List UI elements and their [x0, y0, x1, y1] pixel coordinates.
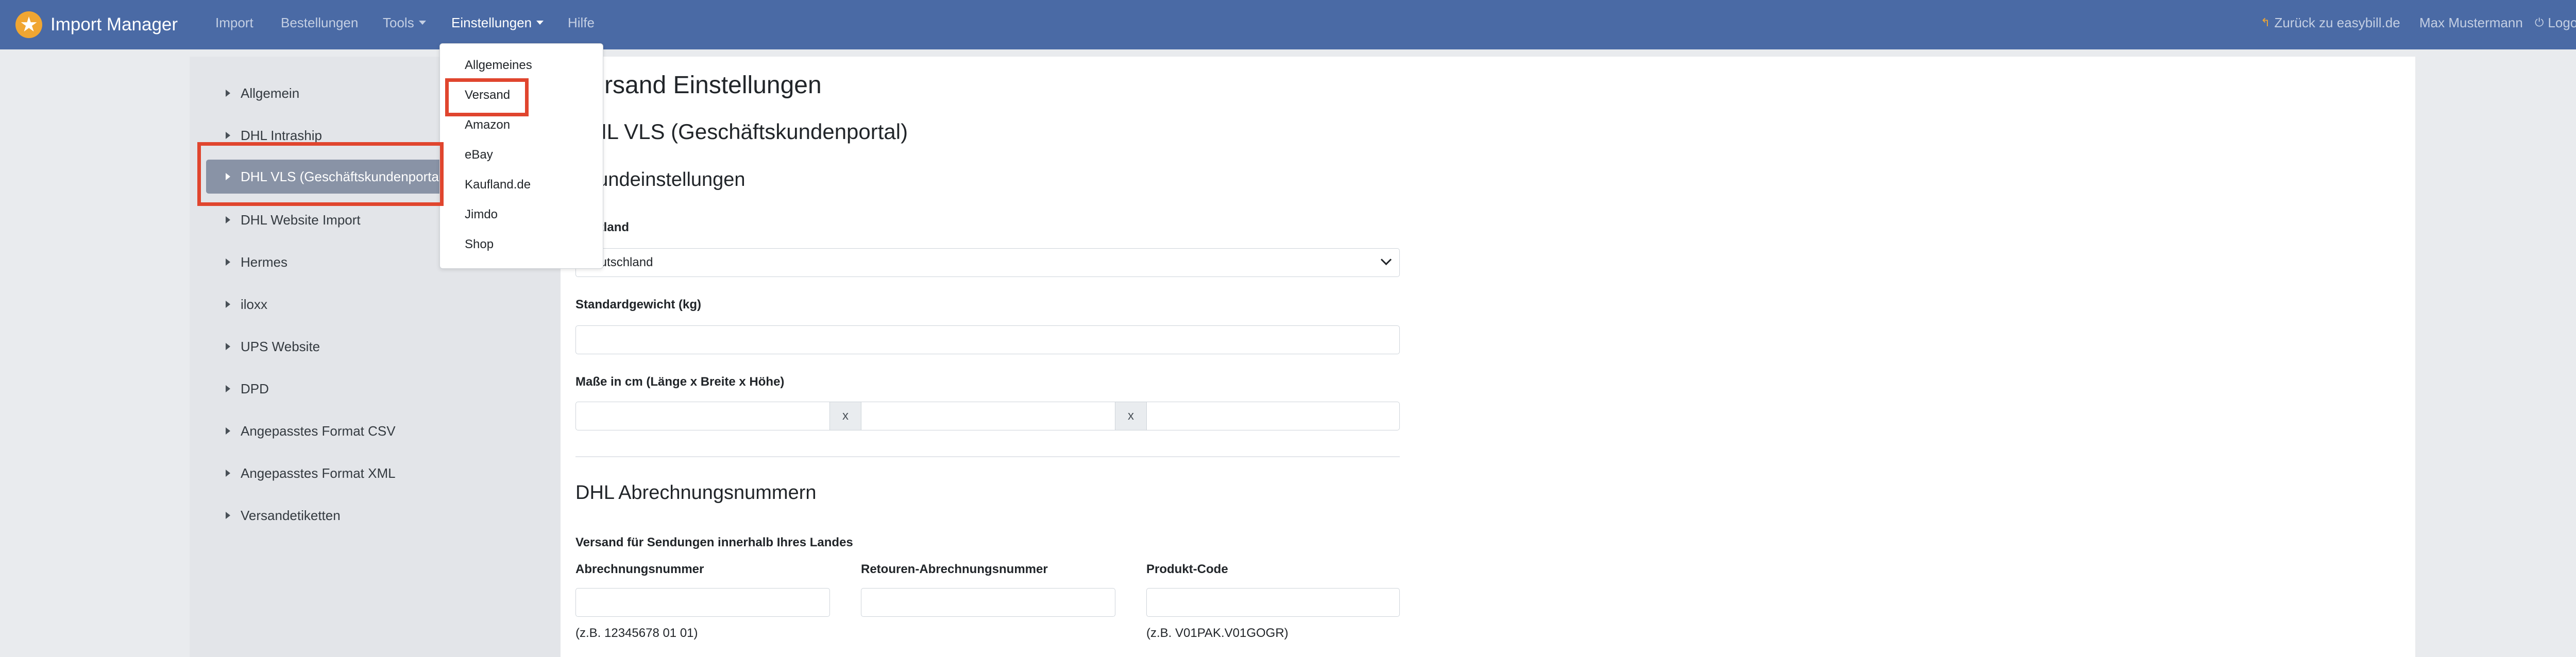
caret-right-icon — [226, 385, 230, 392]
weight-label: Standardgewicht (kg) — [575, 298, 702, 312]
nav-hilfe[interactable]: Hilfe — [568, 0, 595, 45]
caret-down-icon — [418, 21, 426, 25]
chevron-down-icon — [1380, 254, 1392, 266]
length-input[interactable] — [575, 402, 830, 430]
menu-item-allgemeines[interactable]: Allgemeines — [465, 58, 532, 73]
menu-item-amazon[interactable]: Amazon — [465, 118, 510, 132]
menu-item-jimdo[interactable]: Jimdo — [465, 208, 498, 222]
product-code-hint: (z.B. V01PAK.V01GOGR) — [1146, 626, 1289, 640]
domestic-shipping-label: Versand für Sendungen innerhalb Ihres La… — [575, 535, 853, 549]
dimension-separator: x — [829, 402, 861, 430]
nav-einstellungen[interactable]: Einstellungen — [451, 0, 544, 45]
weight-input[interactable] — [575, 325, 1400, 354]
menu-item-kaufland[interactable]: Kaufland.de — [465, 178, 531, 192]
logout-link[interactable]: ⏻Logout — [2535, 0, 2576, 45]
caret-down-icon — [536, 21, 544, 25]
page-subtitle: DHL VLS (Geschäftskundenportal) — [575, 119, 908, 144]
caret-right-icon — [226, 427, 230, 435]
width-input[interactable] — [861, 402, 1115, 430]
menu-item-shop[interactable]: Shop — [465, 237, 494, 252]
settings-card — [561, 57, 2415, 657]
sidebar-item-versandetiketten[interactable]: Versandetiketten — [190, 498, 561, 532]
brand-name: Import Manager — [50, 14, 178, 34]
caret-right-icon — [226, 90, 230, 97]
divider — [575, 456, 1400, 457]
product-code-label: Produkt-Code — [1146, 562, 1228, 576]
power-icon: ⏻ — [2535, 16, 2544, 29]
caret-right-icon — [226, 470, 230, 477]
billing-number-label: Abrechnungsnummer — [575, 562, 704, 576]
nav-tools[interactable]: Tools — [383, 0, 426, 45]
billing-number-hint: (z.B. 12345678 01 01) — [575, 626, 698, 640]
menu-item-versand[interactable]: Versand — [465, 88, 510, 102]
nav-import[interactable]: Import — [215, 0, 253, 45]
height-input[interactable] — [1146, 402, 1400, 430]
section-heading-billing: DHL Abrechnungsnummern — [575, 482, 817, 504]
back-to-easybill-link[interactable]: ↰ Zurück zu easybill.de — [2261, 0, 2400, 45]
sidebar-item-custom-csv[interactable]: Angepasstes Format CSV — [190, 414, 561, 448]
nav-bestellungen[interactable]: Bestellungen — [281, 0, 358, 45]
sidebar-item-custom-xml[interactable]: Angepasstes Format XML — [190, 456, 561, 490]
return-billing-label: Retouren-Abrechnungsnummer — [861, 562, 1048, 576]
caret-right-icon — [226, 512, 230, 519]
product-code-input[interactable] — [1146, 588, 1400, 617]
page-title: Versand Einstellungen — [575, 72, 822, 99]
caret-right-icon — [226, 132, 230, 139]
top-navbar: ★ Import Manager Import Bestellungen Too… — [0, 0, 2576, 49]
sidebar-item-dpd[interactable]: DPD — [190, 372, 561, 406]
brand[interactable]: ★ Import Manager — [15, 0, 178, 49]
star-badge-icon: ★ — [15, 11, 42, 38]
caret-right-icon — [226, 258, 230, 266]
caret-right-icon — [226, 216, 230, 223]
sidebar-item-ups-website[interactable]: UPS Website — [190, 330, 561, 364]
startland-select[interactable]: Deutschland — [575, 248, 1400, 277]
dimensions-label: Maße in cm (Länge x Breite x Höhe) — [575, 375, 785, 389]
menu-item-ebay[interactable]: eBay — [465, 148, 493, 162]
caret-right-icon — [226, 343, 230, 350]
back-arrow-icon: ↰ — [2261, 16, 2270, 29]
caret-right-icon — [226, 301, 230, 308]
einstellungen-dropdown: Allgemeines Versand Amazon eBay Kaufland… — [439, 43, 603, 269]
caret-right-icon — [226, 173, 230, 180]
user-name-link[interactable]: Max Mustermann — [2419, 0, 2523, 45]
dimension-separator: x — [1115, 402, 1147, 430]
billing-number-input[interactable] — [575, 588, 830, 617]
return-billing-input[interactable] — [861, 588, 1115, 617]
sidebar-item-iloxx[interactable]: iloxx — [190, 287, 561, 321]
